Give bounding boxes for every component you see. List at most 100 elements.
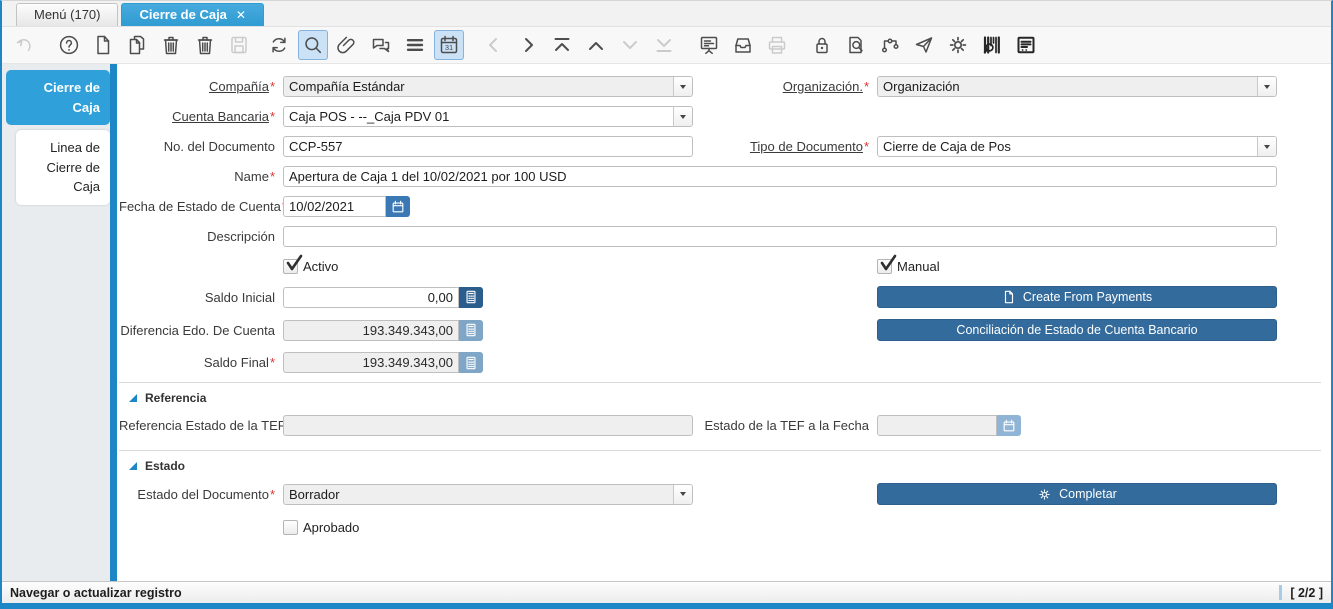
manual-label: Manual [897,259,940,274]
detail-record-icon [615,30,645,60]
record-counter: [ 2/2 ] [1290,586,1323,600]
activo-checkbox[interactable] [283,259,298,274]
refresh-icon[interactable] [264,30,294,60]
aprobado-label: Aprobado [303,520,359,535]
delete-record-icon[interactable] [156,30,186,60]
section-divider [119,382,1321,383]
sidebar-tab-cierre-de-caja[interactable]: Cierre de Caja [6,70,110,125]
gear-icon [1037,487,1052,502]
completar-button[interactable]: Completar [877,483,1277,505]
quick-form-icon[interactable] [1011,30,1041,60]
zoom-across-icon[interactable] [841,30,871,60]
calendar-picker-button[interactable] [386,196,410,217]
chevron-down-icon[interactable] [673,77,692,96]
collapse-triangle-icon [129,394,137,402]
delete-selection-icon[interactable] [190,30,220,60]
activo-label: Activo [303,259,338,274]
product-info-barcode-icon[interactable] [977,30,1007,60]
tab-menu[interactable]: Menú (170) [16,3,118,26]
cuenta-bancaria-label: Cuenta Bancaria* [119,109,275,124]
chevron-down-icon[interactable] [673,485,692,504]
archive-icon[interactable] [728,30,758,60]
workflow-icon[interactable] [875,30,905,60]
next-record-icon[interactable] [513,30,543,60]
saldo-inicial-input[interactable] [283,287,459,308]
estado-documento-combobox[interactable]: Borrador [283,484,693,505]
toolbar: 31 [2,26,1331,64]
tab-sidebar: Cierre de Caja Linea de Cierre de Caja [2,64,110,581]
compania-label: Compañía* [119,79,275,94]
conciliacion-button[interactable]: Conciliación de Estado de Cuenta Bancari… [877,319,1277,341]
manual-checkbox-row: Manual [877,259,1277,274]
help-icon[interactable] [54,30,84,60]
calendar-day-label: 31 [445,43,453,52]
referencia-section-title: Referencia [145,391,206,405]
find-icon[interactable] [298,30,328,60]
fecha-estado-input[interactable] [283,196,386,217]
descripcion-label: Descripción [119,229,275,244]
aprobado-checkbox-row: Aprobado [283,520,693,535]
chevron-down-icon[interactable] [1257,77,1276,96]
descripcion-input[interactable] [283,226,1277,247]
calculator-button-disabled [459,320,483,341]
close-tab-icon[interactable]: ✕ [236,9,246,21]
ref-tef-input [283,415,693,436]
section-divider [119,450,1321,451]
compania-combobox[interactable]: Compañía Estándar [283,76,693,97]
calendar-icon[interactable]: 31 [434,30,464,60]
window-tabbar: Menú (170) Cierre de Caja ✕ [2,1,1331,26]
last-record-icon [649,30,679,60]
no-documento-input[interactable] [283,136,693,157]
tipo-documento-label: Tipo de Documento* [701,139,869,154]
undo-icon [9,30,39,60]
estado-section-title: Estado [145,459,185,473]
saldo-inicial-label: Saldo Inicial [119,290,275,305]
lock-icon[interactable] [807,30,837,60]
create-from-payments-button[interactable]: Create From Payments [877,286,1277,308]
save-icon [224,30,254,60]
previous-record-icon [479,30,509,60]
referencia-section-header[interactable]: Referencia [119,391,1321,405]
organizacion-combobox[interactable]: Organización [877,76,1277,97]
preferences-gear-icon[interactable] [943,30,973,60]
status-message: Navegar o actualizar registro [10,586,1279,600]
no-documento-label: No. del Documento [119,139,275,154]
main-area: Cierre de Caja Linea de Cierre de Caja C… [2,64,1331,581]
collapse-triangle-icon [129,462,137,470]
estado-section-header[interactable]: Estado [119,459,1321,473]
organizacion-label: Organización.* [701,79,869,94]
record-log-icon[interactable] [400,30,430,60]
estado-tef-input [877,415,997,436]
chevron-down-icon[interactable] [673,107,692,126]
activo-checkbox-row: Activo [283,259,693,274]
manual-checkbox[interactable] [877,259,892,274]
copy-record-icon[interactable] [122,30,152,60]
send-request-icon[interactable] [909,30,939,60]
estado-documento-label: Estado del Documento* [119,487,275,502]
report-icon[interactable] [694,30,724,60]
tipo-documento-combobox[interactable]: Cierre de Caja de Pos [877,136,1277,157]
fecha-estado-label: Fecha de Estado de Cuenta* [119,199,275,214]
tab-label: Cierre de Caja [139,7,226,22]
first-record-icon[interactable] [547,30,577,60]
application-window: Menú (170) Cierre de Caja ✕ 31 [0,0,1333,609]
cuenta-bancaria-combobox[interactable]: Caja POS - --_Caja PDV 01 [283,106,693,127]
status-bar: Navegar o actualizar registro [ 2/2 ] [2,581,1331,603]
status-separator [1279,585,1282,600]
parent-record-icon[interactable] [581,30,611,60]
calculator-button[interactable] [459,287,483,308]
aprobado-checkbox[interactable] [283,520,298,535]
estado-tef-label: Estado de la TEF a la Fecha [701,418,869,433]
name-label: Name* [119,169,275,184]
name-input[interactable] [283,166,1277,187]
new-record-icon[interactable] [88,30,118,60]
diferencia-input [283,320,459,341]
chat-icon[interactable] [366,30,396,60]
document-icon [1002,290,1016,304]
chevron-down-icon[interactable] [1257,137,1276,156]
saldo-final-input [283,352,459,373]
calculator-button-disabled [459,352,483,373]
attachment-icon[interactable] [332,30,362,60]
tab-cierre-de-caja[interactable]: Cierre de Caja ✕ [121,3,264,26]
sidebar-tab-linea-de-cierre[interactable]: Linea de Cierre de Caja [16,130,110,205]
